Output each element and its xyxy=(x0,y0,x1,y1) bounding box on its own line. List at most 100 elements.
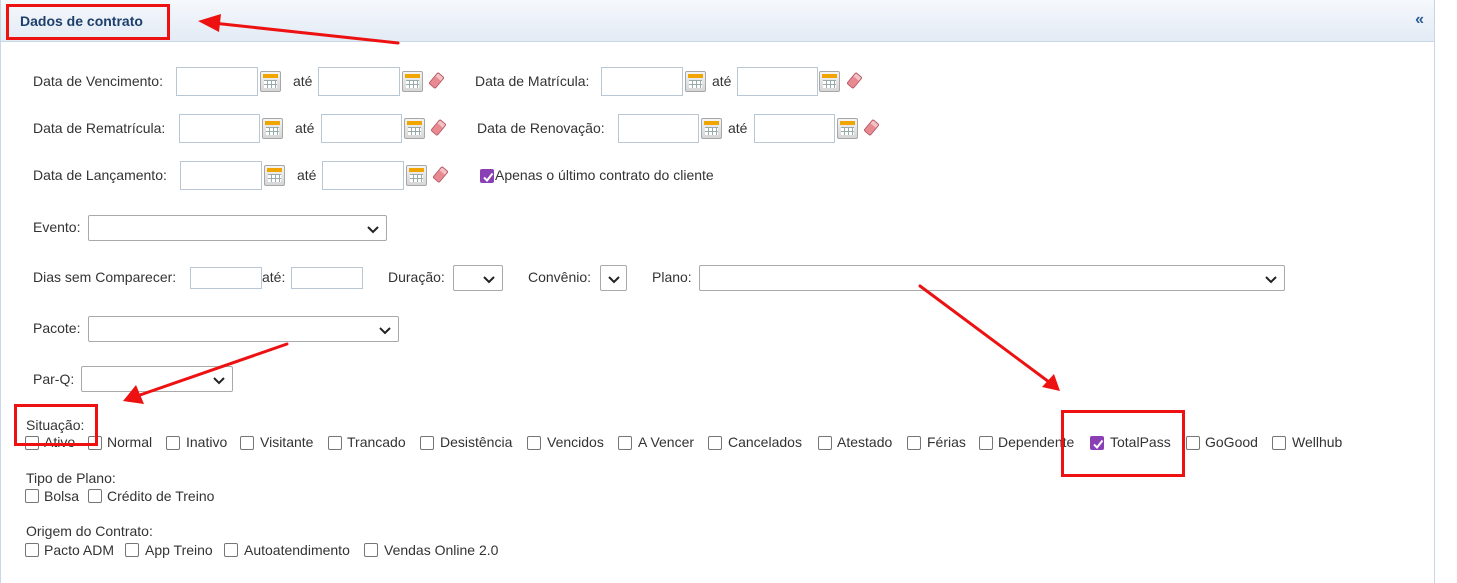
eraser-icon[interactable] xyxy=(432,165,449,184)
situacao-dependente-checkbox[interactable] xyxy=(979,436,993,450)
data-rematricula-fim-input[interactable] xyxy=(321,114,402,143)
origem-pacto-adm-label: Pacto ADM xyxy=(44,542,115,558)
origem-app-treino-checkbox[interactable] xyxy=(125,543,139,557)
contract-data-panel: Dados de contrato « Data de Vencimento: … xyxy=(0,0,1435,583)
collapse-button[interactable]: « xyxy=(1415,11,1424,29)
dias-sem-comparecer-fim-input[interactable] xyxy=(291,267,363,289)
calendar-icon[interactable] xyxy=(837,118,858,139)
label-ate: até: xyxy=(262,269,286,285)
data-vencimento-inicio-input[interactable] xyxy=(176,67,258,96)
situacao-a-vencer-checkbox[interactable] xyxy=(618,436,632,450)
situacao-inativo-label: Inativo xyxy=(186,434,228,450)
ultimo-contrato-label: Apenas o último contrato do cliente xyxy=(495,167,714,183)
eraser-icon[interactable] xyxy=(863,118,880,137)
chevron-down-icon xyxy=(483,276,495,284)
calendar-icon[interactable] xyxy=(402,71,423,92)
situacao-cancelados-label: Cancelados xyxy=(728,434,802,450)
ultimo-contrato-checkbox[interactable] xyxy=(480,169,494,183)
data-vencimento-fim-input[interactable] xyxy=(318,67,400,96)
situacao-visitante-checkbox[interactable] xyxy=(240,436,254,450)
situacao-inativo-checkbox[interactable] xyxy=(166,436,180,450)
duracao-select[interactable] xyxy=(453,265,503,291)
parq-select[interactable] xyxy=(81,366,233,392)
label-dias-sem-comparecer: Dias sem Comparecer: xyxy=(33,269,177,285)
pacote-select[interactable] xyxy=(88,316,399,342)
data-lancamento-inicio-input[interactable] xyxy=(180,161,262,190)
annotation-box-totalpass xyxy=(1061,410,1185,477)
label-ate: até xyxy=(728,120,748,136)
calendar-icon[interactable] xyxy=(264,165,285,186)
label-ate: até xyxy=(712,73,732,89)
calendar-icon[interactable] xyxy=(701,118,722,139)
origem-app-treino-label: App Treino xyxy=(145,542,213,558)
label-pacote: Pacote: xyxy=(33,320,81,336)
situacao-trancado-checkbox[interactable] xyxy=(328,436,342,450)
label-data-renovacao: Data de Renovação: xyxy=(477,120,605,136)
data-renovacao-fim-input[interactable] xyxy=(754,114,835,143)
calendar-icon[interactable] xyxy=(685,71,706,92)
label-origem-do-contrato: Origem do Contrato: xyxy=(26,523,153,539)
label-data-matricula: Data de Matrícula: xyxy=(475,73,590,89)
situacao-gogood-checkbox[interactable] xyxy=(1186,436,1200,450)
situacao-wellhub-label: Wellhub xyxy=(1292,434,1343,450)
situacao-visitante-label: Visitante xyxy=(260,434,314,450)
plano-select[interactable] xyxy=(699,265,1285,291)
situacao-gogood-label: GoGood xyxy=(1205,434,1258,450)
calendar-icon[interactable] xyxy=(260,71,281,92)
chevron-down-icon xyxy=(1265,276,1277,284)
origem-autoatendimento-checkbox[interactable] xyxy=(224,543,238,557)
label-ate: até xyxy=(297,167,317,183)
chevron-down-icon xyxy=(379,327,391,335)
tipo-plano-credito-label: Crédito de Treino xyxy=(107,488,215,504)
tipo-plano-bolsa-label: Bolsa xyxy=(44,488,80,504)
data-rematricula-inicio-input[interactable] xyxy=(179,114,260,143)
situacao-vencidos-label: Vencidos xyxy=(547,434,604,450)
panel-header: Dados de contrato « xyxy=(1,0,1434,42)
data-matricula-fim-input[interactable] xyxy=(737,67,818,96)
origem-vendas-online-checkbox[interactable] xyxy=(364,543,378,557)
calendar-icon[interactable] xyxy=(262,118,283,139)
situacao-wellhub-checkbox[interactable] xyxy=(1272,436,1286,450)
situacao-desistencia-label: Desistência xyxy=(440,434,513,450)
chevron-down-icon xyxy=(213,377,225,385)
checkmark-icon xyxy=(483,172,494,183)
situacao-ferias-checkbox[interactable] xyxy=(907,436,921,450)
tipo-plano-credito-checkbox[interactable] xyxy=(88,489,102,503)
label-convenio: Convênio: xyxy=(528,269,592,285)
eraser-icon[interactable] xyxy=(846,71,863,90)
situacao-desistencia-checkbox[interactable] xyxy=(420,436,434,450)
data-renovacao-inicio-input[interactable] xyxy=(618,114,699,143)
label-data-lancamento: Data de Lançamento: xyxy=(33,167,167,183)
situacao-vencidos-checkbox[interactable] xyxy=(527,436,541,450)
tipo-plano-bolsa-checkbox[interactable] xyxy=(25,489,39,503)
situacao-normal-label: Normal xyxy=(107,434,153,450)
label-ate: até xyxy=(293,73,313,89)
situacao-cancelados-checkbox[interactable] xyxy=(708,436,722,450)
data-lancamento-fim-input[interactable] xyxy=(322,161,404,190)
label-data-rematricula: Data de Rematrícula: xyxy=(33,120,166,136)
chevron-down-icon xyxy=(608,276,620,284)
label-tipo-de-plano: Tipo de Plano: xyxy=(26,470,116,486)
calendar-icon[interactable] xyxy=(819,71,840,92)
label-plano: Plano: xyxy=(652,269,692,285)
eraser-icon[interactable] xyxy=(430,118,447,137)
origem-vendas-online-label: Vendas Online 2.0 xyxy=(384,542,499,558)
label-data-vencimento: Data de Vencimento: xyxy=(33,73,163,89)
data-matricula-inicio-input[interactable] xyxy=(601,67,683,96)
situacao-a-vencer-label: A Vencer xyxy=(638,434,695,450)
convenio-select[interactable] xyxy=(600,265,627,291)
eraser-icon[interactable] xyxy=(428,71,445,90)
situacao-atestado-checkbox[interactable] xyxy=(818,436,832,450)
calendar-icon[interactable] xyxy=(404,118,425,139)
label-duracao: Duração: xyxy=(388,269,445,285)
dias-sem-comparecer-inicio-input[interactable] xyxy=(190,267,262,289)
origem-pacto-adm-checkbox[interactable] xyxy=(25,543,39,557)
label-parq: Par-Q: xyxy=(33,371,75,387)
label-evento: Evento: xyxy=(33,219,81,235)
calendar-icon[interactable] xyxy=(406,165,427,186)
situacao-ferias-label: Férias xyxy=(927,434,966,450)
annotation-box-situacao xyxy=(14,404,98,446)
evento-select[interactable] xyxy=(88,215,387,241)
annotation-box-title xyxy=(6,4,170,40)
situacao-trancado-label: Trancado xyxy=(347,434,406,450)
